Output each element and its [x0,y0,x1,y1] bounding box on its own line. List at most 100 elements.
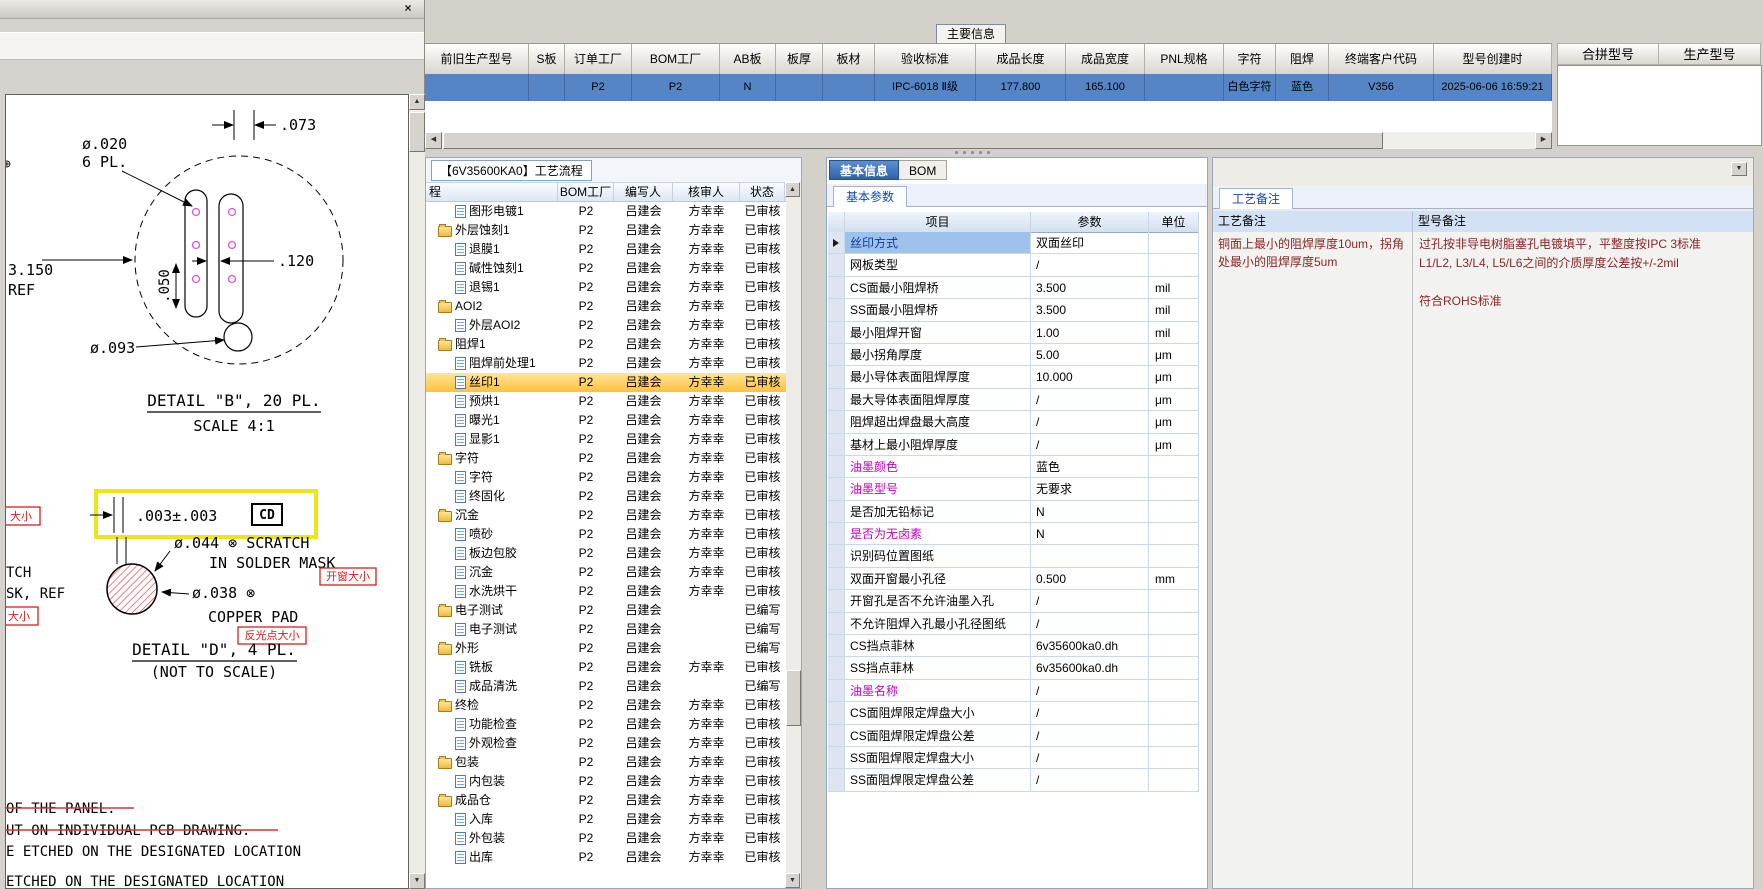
column-header[interactable]: 字符 [1224,44,1276,75]
param-row[interactable]: 最小拐角厚度 5.00 μm [828,343,1199,367]
scrollbar-thumb[interactable] [443,132,1383,149]
process-row[interactable]: 字符 P2 吕建会 方幸幸 已审核 [426,449,801,468]
param-row[interactable]: 是否为无卤素 N [828,523,1199,546]
param-value[interactable]: / [1031,679,1149,703]
process-row[interactable]: 外层蚀刻1 P2 吕建会 方幸幸 已审核 [426,221,801,240]
scroll-up-icon[interactable]: ▲ [785,182,800,197]
side-column-header[interactable]: 生产型号 [1659,43,1761,65]
tree-header-status[interactable]: 状态 [740,183,785,201]
tree-vertical-scrollbar[interactable]: ▲ ▼ [785,182,801,888]
param-row[interactable]: 开窗孔是否不允许油墨入孔 / [828,590,1199,613]
process-row[interactable]: 铣板 P2 吕建会 方幸幸 已审核 [426,658,801,677]
process-row[interactable]: 沉金 P2 吕建会 方幸幸 已审核 [426,506,801,525]
process-row[interactable]: 阻焊1 P2 吕建会 方幸幸 已审核 [426,335,801,354]
horizontal-scrollbar[interactable]: ◀ ▶ [425,132,1552,149]
scroll-right-icon[interactable]: ▶ [1535,132,1552,149]
process-row[interactable]: 终固化 P2 吕建会 方幸幸 已审核 [426,487,801,506]
process-row[interactable]: AOI2 P2 吕建会 方幸幸 已审核 [426,297,801,316]
process-row[interactable]: 成品清洗 P2 吕建会 已编写 [426,677,801,696]
column-header[interactable]: 终端客户代码 [1329,44,1434,75]
param-row[interactable]: 最小导体表面阻焊厚度 10.000 μm [828,366,1199,389]
param-row[interactable]: SS面最小阻焊桥 3.500 mil [828,299,1199,322]
param-row[interactable]: 丝印方式 双面丝印 [828,232,1199,255]
param-value[interactable]: / [1031,769,1149,792]
param-value[interactable]: 双面丝印 [1031,232,1149,255]
process-row[interactable]: 外包装 P2 吕建会 方幸幸 已审核 [426,829,801,848]
param-value[interactable]: 5.00 [1031,343,1149,367]
param-row[interactable]: SS面阻焊限定焊盘公差 / [828,769,1199,792]
param-row[interactable]: CS挡点菲林 6v35600ka0.dh [828,635,1199,658]
process-row[interactable]: 显影1 P2 吕建会 方幸幸 已审核 [426,430,801,449]
param-value[interactable]: / [1031,411,1149,434]
process-row[interactable]: 退锡1 P2 吕建会 方幸幸 已审核 [426,278,801,297]
tab-basic-params[interactable]: 基本参数 [833,186,908,207]
param-value[interactable]: 6v35600ka0.dh [1031,657,1149,680]
params-header-unit[interactable]: 单位 [1149,212,1199,232]
param-row[interactable]: 油墨名称 / [828,679,1199,703]
main-grid-selected-row[interactable]: P2 P2 N IPC-6018 Ⅱ级 177.800 165.100 白色字符… [425,74,1552,101]
scroll-down-icon[interactable]: ▼ [409,873,425,889]
param-row[interactable]: CS面阻焊限定焊盘大小 / [828,702,1199,725]
process-row[interactable]: 水洗烘干 P2 吕建会 方幸幸 已审核 [426,582,801,601]
process-row[interactable]: 入库 P2 吕建会 方幸幸 已审核 [426,810,801,829]
param-value[interactable]: N [1031,523,1149,546]
column-header[interactable]: 成品长度 [976,44,1066,75]
close-icon[interactable]: × [400,2,416,15]
param-row[interactable]: 油墨型号 无要求 [828,478,1199,501]
notes-header-model[interactable]: 型号备注 [1413,211,1753,232]
column-header[interactable]: 阻焊 [1276,44,1329,75]
process-row[interactable]: 字符 P2 吕建会 方幸幸 已审核 [426,468,801,487]
process-row[interactable]: 阻焊前处理1 P2 吕建会 方幸幸 已审核 [426,354,801,373]
process-row[interactable]: 出库 P2 吕建会 方幸幸 已审核 [426,848,801,867]
column-header[interactable]: 型号创建时 [1434,44,1552,75]
scroll-up-icon[interactable]: ▲ [409,94,425,110]
params-header-value[interactable]: 参数 [1031,212,1149,232]
param-value[interactable]: 6v35600ka0.dh [1031,635,1149,658]
process-row[interactable]: 电子测试 P2 吕建会 已编写 [426,620,801,639]
scroll-down-icon[interactable]: ▼ [785,873,800,888]
process-row[interactable]: 成品仓 P2 吕建会 方幸幸 已审核 [426,791,801,810]
param-value[interactable]: / [1031,724,1149,747]
tree-header-bom-factory[interactable]: BOM工厂 [558,183,614,201]
process-row[interactable]: 终检 P2 吕建会 方幸幸 已审核 [426,696,801,715]
tab-process-notes[interactable]: 工艺备注 [1219,188,1294,209]
cad-canvas[interactable]: ⊕ .073 ø.020 6 PL. [5,94,409,889]
column-header[interactable]: 前旧生产型号 [425,44,529,75]
process-notes-text[interactable]: 铜面上最小的阻焊厚度10um，拐角处最小的阻焊厚度5um [1213,232,1413,888]
notes-header-process[interactable]: 工艺备注 [1213,211,1413,232]
param-row[interactable]: 最小阻焊开窗 1.00 mil [828,321,1199,344]
param-value[interactable]: N [1031,500,1149,524]
tab-bom[interactable]: BOM [899,160,948,180]
process-row[interactable]: 沉金 P2 吕建会 方幸幸 已审核 [426,563,801,582]
process-row[interactable]: 板边包胶 P2 吕建会 方幸幸 已审核 [426,544,801,563]
column-header[interactable]: 板厚 [776,44,823,75]
param-row[interactable]: 网板类型 / [828,254,1199,277]
tree-header-reviewer[interactable]: 核审人 [673,183,740,201]
column-header[interactable]: 板材 [823,44,875,75]
param-value[interactable]: / [1031,702,1149,725]
param-value[interactable]: 3.500 [1031,276,1149,300]
tree-header-writer[interactable]: 编写人 [614,183,673,201]
scroll-left-icon[interactable]: ◀ [425,132,442,149]
process-row[interactable]: 图形电镀1 P2 吕建会 方幸幸 已审核 [426,202,801,221]
process-row[interactable]: 丝印1 P2 吕建会 方幸幸 已审核 [426,373,801,392]
process-row[interactable]: 外观检查 P2 吕建会 方幸幸 已审核 [426,734,801,753]
param-value[interactable]: / [1031,254,1149,277]
param-value[interactable]: / [1031,612,1149,636]
column-header[interactable]: 成品宽度 [1066,44,1145,75]
param-row[interactable]: 是否加无铅标记 N [828,500,1199,524]
process-row[interactable]: 预烘1 P2 吕建会 方幸幸 已审核 [426,392,801,411]
param-row[interactable]: SS面阻焊限定焊盘大小 / [828,746,1199,770]
process-row[interactable]: 内包装 P2 吕建会 方幸幸 已审核 [426,772,801,791]
model-notes-text[interactable]: 过孔按非导电树脂塞孔电镀填平，平整度按IPC 3标准 L1/L2, L3/L4,… [1413,232,1753,888]
param-value[interactable]: / [1031,388,1149,412]
param-row[interactable]: 基材上最小阻焊厚度 / μm [828,433,1199,456]
param-row[interactable]: 双面开窗最小孔径 0.500 mm [828,567,1199,591]
column-header[interactable]: PNL规格 [1145,44,1224,75]
param-value[interactable]: 无要求 [1031,478,1149,501]
process-row[interactable]: 外形 P2 吕建会 已编写 [426,639,801,658]
process-row[interactable]: 喷砂 P2 吕建会 方幸幸 已审核 [426,525,801,544]
param-value[interactable]: 10.000 [1031,366,1149,389]
process-row[interactable]: 曝光1 P2 吕建会 方幸幸 已审核 [426,411,801,430]
process-row[interactable]: 外层AOI2 P2 吕建会 方幸幸 已审核 [426,316,801,335]
